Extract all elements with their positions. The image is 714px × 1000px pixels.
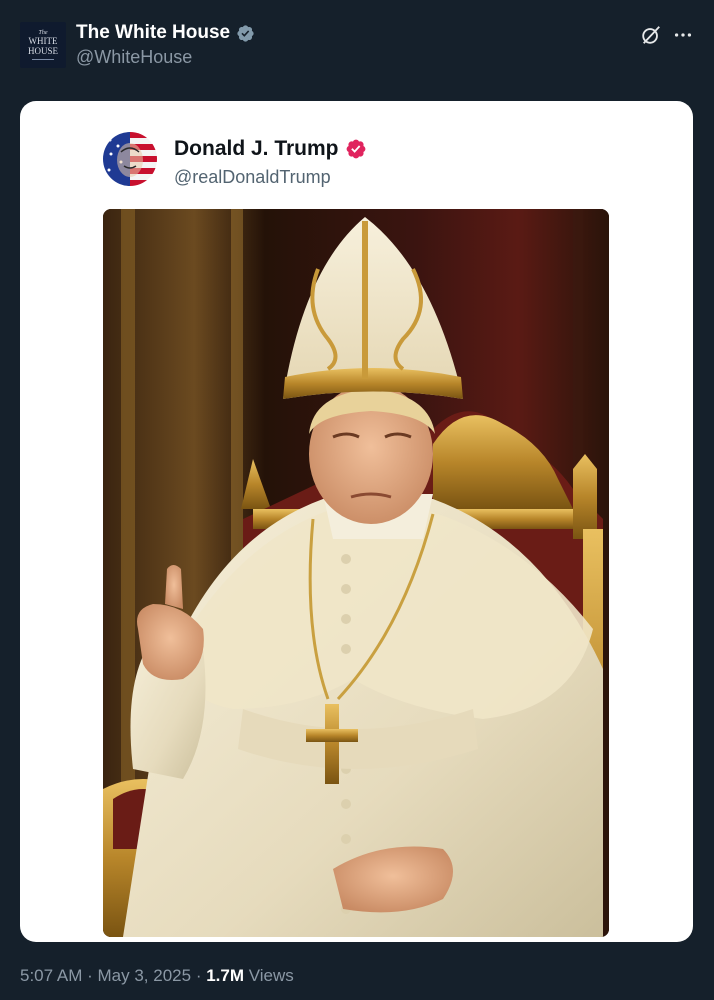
author-avatar[interactable]: The WHITE HOUSE [20, 22, 66, 68]
author-display-name: The White House [76, 22, 231, 43]
author-handle[interactable]: @WhiteHouse [76, 47, 255, 68]
post-header: The WHITE HOUSE The White House @WhiteHo… [20, 20, 694, 70]
pope-portrait-image[interactable] [103, 209, 609, 937]
avatar-rule [32, 59, 54, 60]
post-screenshot: The WHITE HOUSE The White House @WhiteHo… [0, 0, 714, 1000]
embedded-handle[interactable]: @realDonaldTrump [174, 167, 367, 188]
avatar-text-white: WHITE [28, 36, 58, 46]
author-display-name-row[interactable]: The White House [76, 22, 255, 44]
embedded-display-name-row[interactable]: Donald J. Trump [174, 137, 367, 161]
post-date[interactable]: May 3, 2025 [98, 966, 192, 985]
grok-icon[interactable] [640, 24, 662, 46]
avatar-text-house: HOUSE [27, 46, 58, 56]
views-label: Views [248, 966, 294, 985]
embedded-name-block: Donald J. Trump @realDonaldTrump [174, 137, 367, 188]
post-time[interactable]: 5:07 AM [20, 966, 82, 985]
more-options-icon[interactable] [672, 24, 694, 46]
meta-separator: · [87, 966, 93, 985]
flag-portrait-avatar-icon [103, 132, 157, 186]
meta-separator: · [195, 966, 202, 985]
embedded-author-avatar[interactable] [103, 132, 157, 186]
views-count[interactable]: 1.7M [206, 966, 244, 985]
author-name-block: The White House @WhiteHouse [76, 22, 255, 68]
pink-verified-badge-icon [346, 139, 365, 159]
pope-portrait-illustration [103, 209, 609, 937]
gray-verified-badge-icon [237, 24, 254, 42]
post-meta-row: 5:07 AM · May 3, 2025 · 1.7M Views [20, 966, 294, 986]
embedded-display-name: Donald J. Trump [174, 137, 339, 160]
embedded-post-card[interactable]: Donald J. Trump @realDonaldTrump [20, 101, 693, 942]
